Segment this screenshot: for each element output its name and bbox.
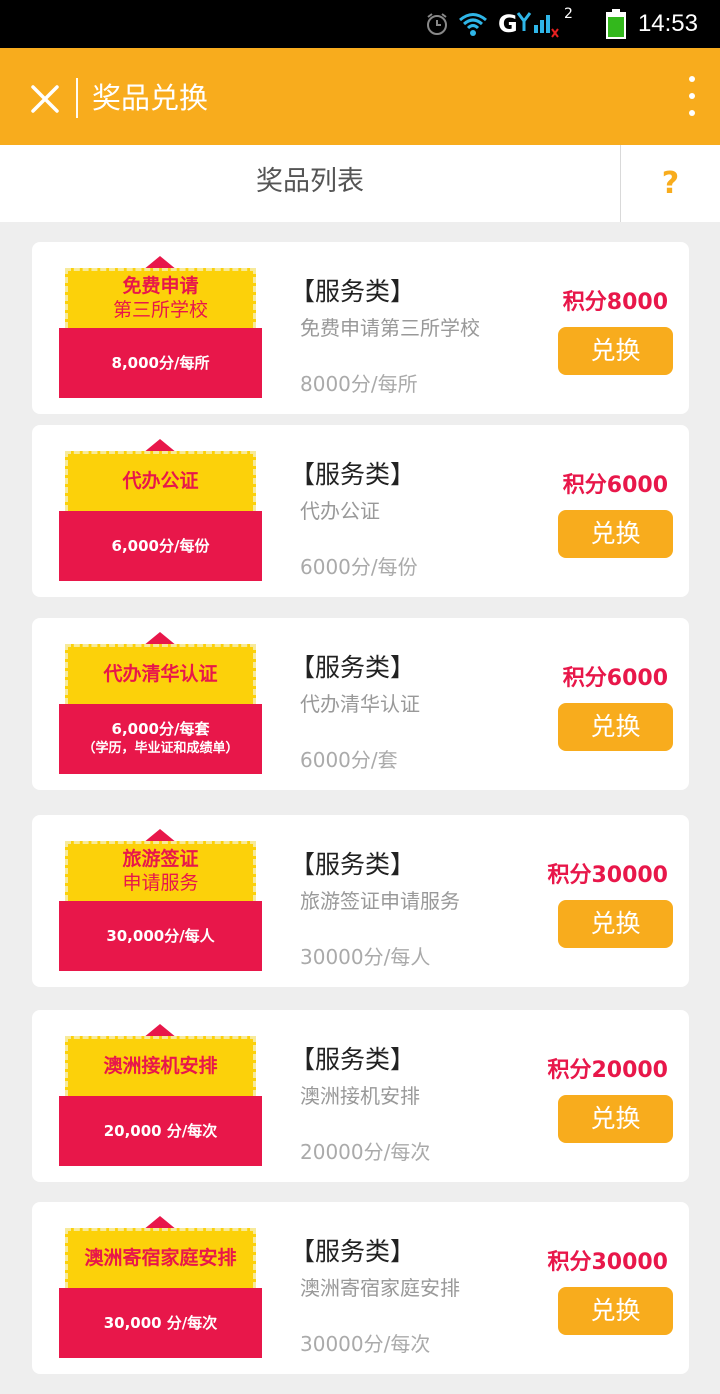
more-options-button[interactable] [684, 76, 700, 116]
prize-name: 旅游签证申请服务 [300, 889, 460, 913]
status-bar: G 2 14:53 [0, 0, 720, 48]
prize-card: 代办公证 6,000分/每份 【服务类】 代办公证 6000分/每份 积分600… [32, 425, 689, 597]
ticket-price: 30,000 分/每次 [103, 1314, 218, 1332]
prize-card: 澳洲寄宿家庭安排 30,000 分/每次 【服务类】 澳洲寄宿家庭安排 3000… [32, 1202, 689, 1374]
prize-category: 【服务类】 [290, 1237, 416, 1266]
prize-cost: 8000分/每所 [300, 372, 418, 396]
prize-name: 代办清华认证 [300, 692, 420, 716]
prize-card: 免费申请 第三所学校 8,000分/每所 【服务类】 免费申请第三所学校 800… [32, 242, 689, 414]
prize-card: 旅游签证 申请服务 30,000分/每人 【服务类】 旅游签证申请服务 3000… [32, 815, 689, 987]
prize-category: 【服务类】 [290, 460, 416, 489]
prize-ticket-image: 代办清华认证 6,000分/每套 （学历，毕业证和成绩单） [59, 632, 262, 774]
prize-category: 【服务类】 [290, 1045, 416, 1074]
redeem-button[interactable]: 兑换 [558, 900, 673, 948]
more-dot-icon [689, 93, 695, 99]
help-button[interactable]: ? [621, 145, 720, 222]
redeem-button[interactable]: 兑换 [558, 703, 673, 751]
redeem-button[interactable]: 兑换 [558, 327, 673, 375]
prize-ticket-image: 澳洲接机安排 20,000 分/每次 [59, 1024, 262, 1166]
appbar-divider [76, 78, 78, 118]
more-dot-icon [689, 110, 695, 116]
ticket-title: 免费申请 [122, 275, 199, 297]
ticket-title: 澳洲寄宿家庭安排 [84, 1247, 237, 1269]
ticket-price: 8,000分/每所 [111, 354, 210, 372]
wifi-icon [458, 0, 488, 48]
ticket-price: 20,000 分/每次 [103, 1122, 218, 1140]
prize-category: 【服务类】 [290, 277, 416, 306]
points-required: 积分8000 [562, 290, 668, 315]
app-bar: 奖品兑换 [0, 48, 720, 145]
redeem-button[interactable]: 兑换 [558, 1095, 673, 1143]
list-title: 奖品列表 [256, 166, 364, 197]
ticket-title: 澳洲接机安排 [103, 1055, 218, 1077]
close-icon [31, 85, 59, 113]
prize-cost: 6000分/每份 [300, 555, 418, 579]
more-dot-icon [689, 76, 695, 82]
ticket-price: 6,000分/每套 [111, 720, 210, 738]
ticket-subtitle: 申请服务 [122, 872, 199, 894]
page-title: 奖品兑换 [92, 81, 209, 115]
prize-ticket-image: 旅游签证 申请服务 30,000分/每人 [59, 829, 262, 971]
signal-icon [516, 0, 560, 48]
prize-card: 代办清华认证 6,000分/每套 （学历，毕业证和成绩单） 【服务类】 代办清华… [32, 618, 689, 790]
ticket-title: 旅游签证 [122, 848, 199, 870]
list-header: 奖品列表 ? [0, 145, 720, 222]
ticket-subtitle: 第三所学校 [112, 299, 208, 321]
prize-cost: 30000分/每次 [300, 1332, 431, 1356]
redeem-button[interactable]: 兑换 [558, 1287, 673, 1335]
prize-name: 澳洲接机安排 [300, 1084, 420, 1108]
ticket-title: 代办公证 [122, 470, 199, 492]
prize-cost: 30000分/每人 [300, 945, 431, 969]
points-required: 积分30000 [547, 1250, 668, 1275]
prize-card: 澳洲接机安排 20,000 分/每次 【服务类】 澳洲接机安排 20000分/每… [32, 1010, 689, 1182]
prize-category: 【服务类】 [290, 653, 416, 682]
points-required: 积分20000 [547, 1058, 668, 1083]
ticket-note: （学历，毕业证和成绩单） [82, 741, 239, 756]
prize-ticket-image: 澳洲寄宿家庭安排 30,000 分/每次 [59, 1216, 262, 1358]
redeem-button[interactable]: 兑换 [558, 510, 673, 558]
prize-name: 免费申请第三所学校 [300, 316, 480, 340]
ticket-price: 30,000分/每人 [106, 927, 215, 945]
points-required: 积分30000 [547, 863, 668, 888]
prize-name: 代办公证 [300, 499, 380, 523]
points-required: 积分6000 [562, 666, 668, 691]
prize-name: 澳洲寄宿家庭安排 [300, 1276, 460, 1300]
close-button[interactable] [28, 82, 62, 116]
prize-cost: 6000分/套 [300, 748, 398, 772]
clock: 14:53 [637, 10, 698, 37]
prize-ticket-image: 免费申请 第三所学校 8,000分/每所 [59, 256, 262, 398]
sim-number: 2 [564, 6, 573, 22]
battery-icon [604, 0, 628, 48]
ticket-title: 代办清华认证 [103, 663, 218, 685]
network-type: G [498, 10, 518, 38]
alarm-icon [424, 0, 450, 48]
prize-ticket-image: 代办公证 6,000分/每份 [59, 439, 262, 581]
ticket-price: 6,000分/每份 [111, 537, 210, 555]
prize-category: 【服务类】 [290, 850, 416, 879]
points-required: 积分6000 [562, 473, 668, 498]
prize-cost: 20000分/每次 [300, 1140, 431, 1164]
